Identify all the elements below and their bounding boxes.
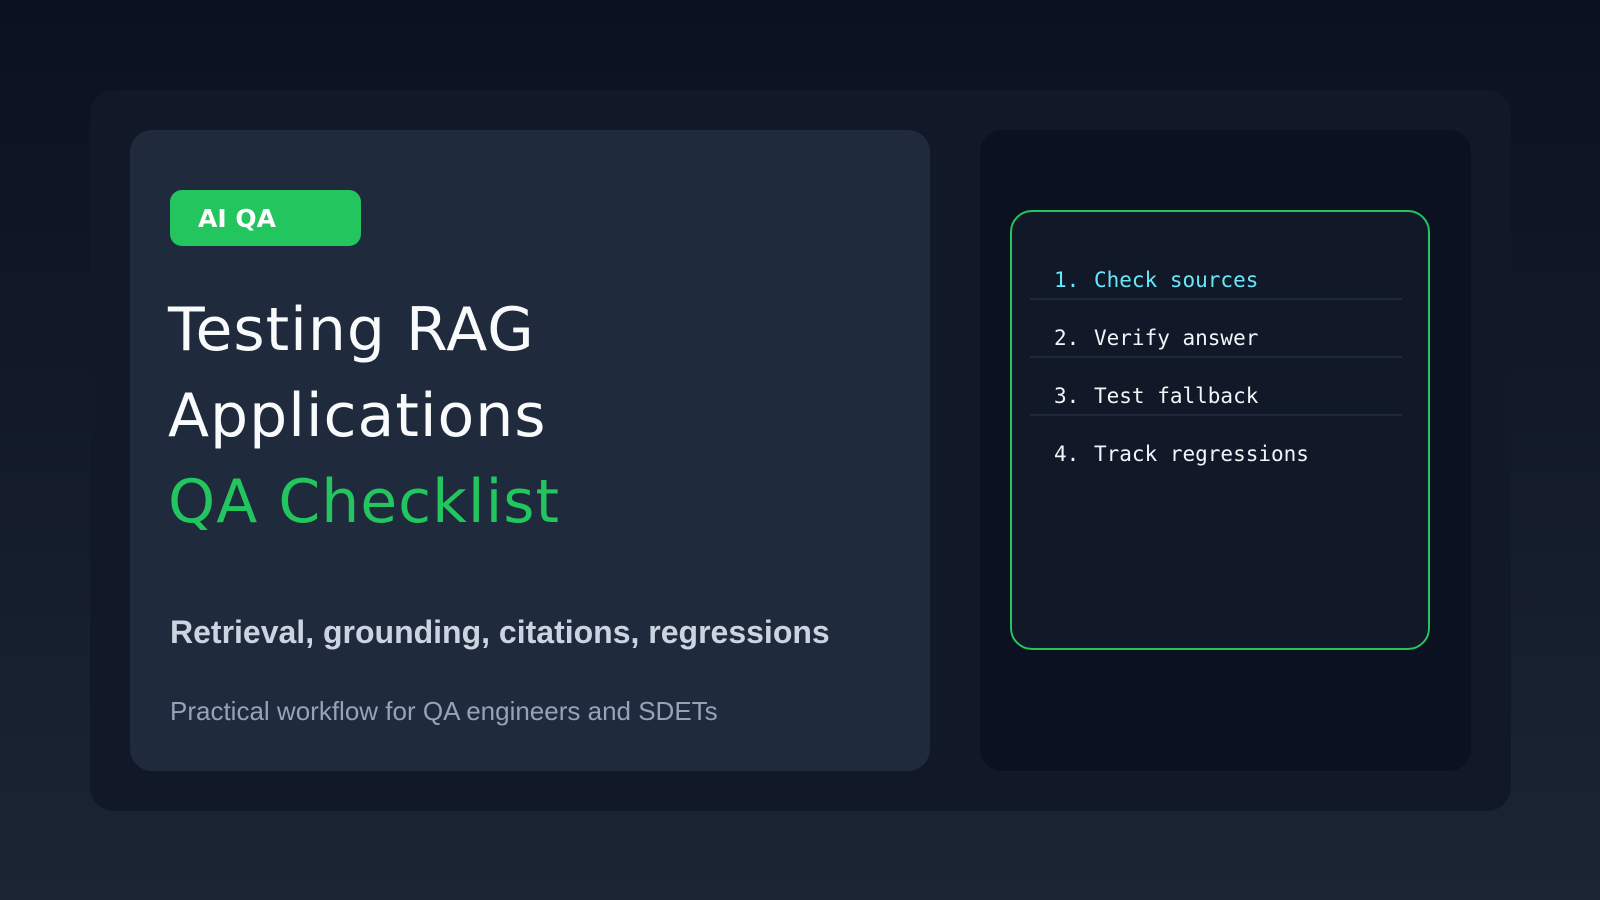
checklist-item-label: Verify answer	[1094, 326, 1259, 350]
checklist-item-number: 3.	[1054, 384, 1080, 408]
checklist-item-number: 2.	[1054, 326, 1080, 350]
tag-badge: AI QA	[170, 190, 361, 246]
tag-label: AI QA	[198, 203, 276, 233]
checklist-item-track-regressions: 4. Track regressions	[1030, 416, 1402, 474]
checklist-item-test-fallback: 3. Test fallback	[1030, 358, 1402, 416]
subtitle: Retrieval, grounding, citations, regress…	[170, 614, 830, 650]
checklist-item-check-sources: 1. Check sources	[1030, 242, 1402, 300]
checklist-item-label: Check sources	[1094, 268, 1259, 292]
checklist-item-verify-answer: 2. Verify answer	[1030, 300, 1402, 358]
checklist-item-number: 1.	[1054, 268, 1080, 292]
checklist-item-label: Track regressions	[1094, 442, 1309, 466]
checklist-item-label: Test fallback	[1094, 384, 1259, 408]
description: Practical workflow for QA engineers and …	[170, 696, 718, 726]
checklist-item-number: 4.	[1054, 442, 1080, 466]
title-line-2: Applications	[168, 381, 547, 451]
title-line-1: Testing RAG	[168, 295, 535, 365]
title-highlight: QA Checklist	[168, 467, 561, 537]
